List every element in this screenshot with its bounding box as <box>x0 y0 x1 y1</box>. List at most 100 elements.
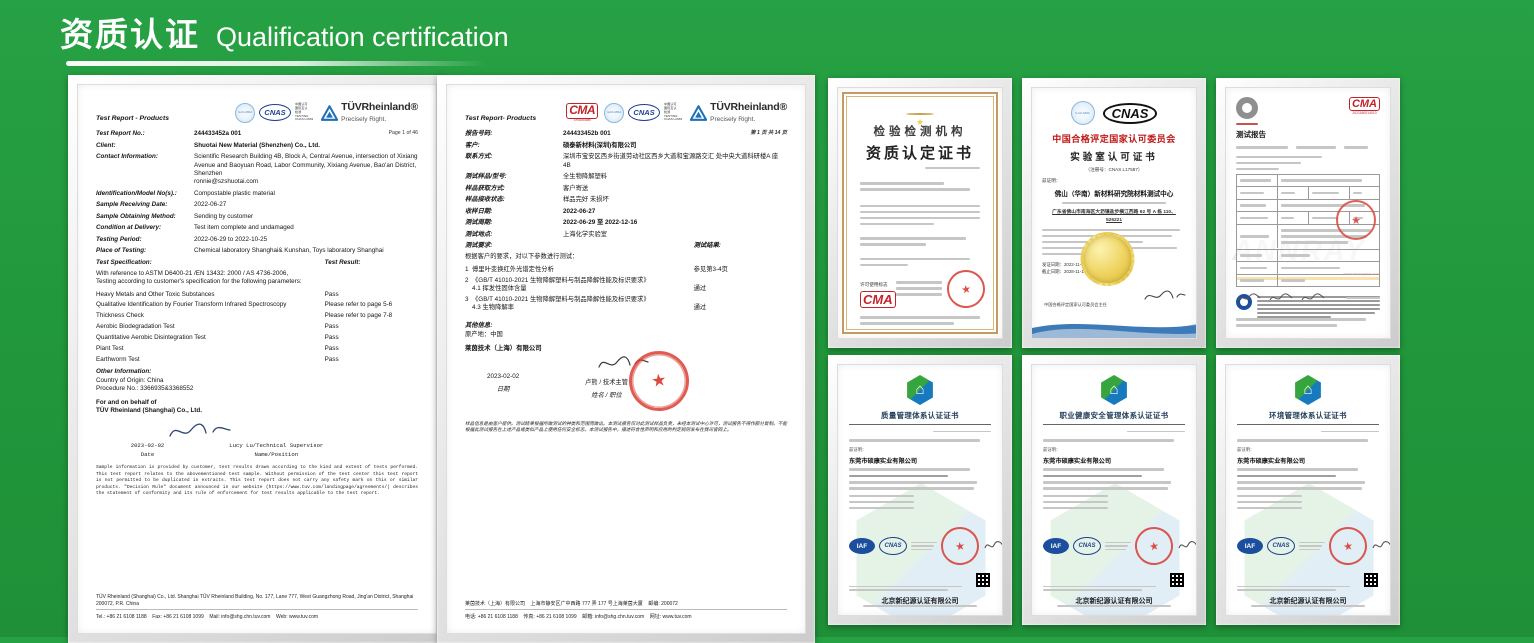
test-name: Quantitative Aerobic Disintegration Test <box>96 334 325 342</box>
field-label: 测试样品/型号: <box>465 173 563 181</box>
illegible-text-line <box>1299 542 1325 544</box>
certification-body-logo <box>1099 375 1129 405</box>
certify-label: 兹证明： <box>1043 447 1185 453</box>
test-name: Plant Test <box>96 345 325 353</box>
scope-line <box>1043 475 1185 478</box>
accreditation-text-lines <box>911 540 937 553</box>
illegible-text-line <box>896 293 942 296</box>
footer-address: 莱茵技术（上海）有限公司 上海市静安区广中西路 777 弄 177 号上海莱茵大… <box>465 601 787 609</box>
illegible-text-line <box>1237 495 1302 498</box>
illegible-text-line <box>1237 487 1362 490</box>
tuv-triangle-icon <box>321 105 338 121</box>
illegible-text-line <box>860 182 944 185</box>
tuv-tagline: Precisely Right. <box>710 116 787 125</box>
illegible-text-line <box>849 501 914 504</box>
section-title-cn: 资质认证 <box>60 8 200 56</box>
cma-license-mark: 许可使用标志 CMA <box>860 282 896 308</box>
signature-icon <box>1236 292 1262 304</box>
certified-company: 东莞市硕康实业有限公司 <box>1237 456 1379 465</box>
fine-print-lines <box>849 584 962 593</box>
test-result: Pass <box>325 356 418 364</box>
small-certificates-grid: 检验检测机构 资质认定证书 许可使用标志 CMA ★ <box>828 78 1400 625</box>
company-address-2: 526221 <box>1042 218 1186 223</box>
report-no-value: 244433452a 001 <box>194 130 381 138</box>
illegible-text-line <box>896 287 942 290</box>
section-header: 资质认证 Qualification certification <box>60 8 509 66</box>
certificate-annray-test-report[interactable]: 测试报告 CMA 2021180014013 <box>1216 78 1400 348</box>
credit-code-line <box>849 468 991 471</box>
quality-cert-paper: 质量管理体系认证证书 兹证明： 东莞市硕康实业有限公司 IAF CNAS ★ <box>837 364 1003 616</box>
field-label: 样品接收状态: <box>465 196 563 204</box>
illegible-text-line <box>849 507 914 510</box>
test-result: Please refer to page 7-8 <box>325 312 418 320</box>
field-label: 样品获取方式: <box>465 185 563 193</box>
cma-logo: CMA 2021180014013 <box>1349 97 1380 115</box>
cma-letters: CMA <box>1349 97 1380 111</box>
certificate-environmental-management[interactable]: 环境管理体系认证证书 兹证明： 东莞市硕康实业有限公司 IAF CNAS ★ <box>1216 355 1400 625</box>
report-no-label: 报告号码: <box>465 130 563 138</box>
red-round-stamp: ★ <box>944 266 988 310</box>
illegible-text-line <box>911 545 934 547</box>
committee-line: 中国合格评定国家认可委员会主任 <box>1044 302 1107 308</box>
certify-label: 兹证明： <box>849 447 991 453</box>
test-name: Aerobic Biodegradation Test <box>96 323 325 331</box>
footer-lines <box>1236 315 1380 331</box>
certificate-occupational-health-safety[interactable]: 职业健康安全管理体系认证证书 兹证明： 东莞市硕康实业有限公司 IAF CNAS… <box>1022 355 1206 625</box>
certificate-cnas-laboratory[interactable]: ILAC-MRA CNAS 中国合格评定国家认可委员会 实验室认可证书 （注册号… <box>1022 78 1206 348</box>
spec-header: Test Specification: <box>96 259 325 267</box>
tuv-rheinland-logo: TÜVRheinland® Precisely Right. <box>690 101 787 124</box>
red-round-stamp: ★ <box>938 524 982 568</box>
ohs-cert-paper: 职业健康安全管理体系认证证书 兹证明： 东莞市硕康实业有限公司 IAF CNAS… <box>1031 364 1197 616</box>
illegible-text-line <box>1043 589 1142 591</box>
national-emblem-icon <box>906 113 934 115</box>
illegible-text-line <box>1043 487 1168 490</box>
tuv-brand-text: TÜVRheinland® <box>341 101 418 115</box>
illegible-text-line <box>1043 586 1156 588</box>
standard-line <box>1237 439 1379 442</box>
report-no-value: 244433452b 001 <box>563 130 742 138</box>
illegible-text-line <box>863 605 978 607</box>
illegible-text-line <box>1062 202 1166 205</box>
date-lines <box>1237 495 1379 510</box>
illegible-text-line <box>1281 217 1294 220</box>
illegible-text-line <box>1281 254 1310 257</box>
illegible-text-line <box>1257 304 1380 306</box>
qr-code <box>1364 573 1378 587</box>
test-result: 通过 <box>694 304 787 312</box>
illegible-text-line <box>860 211 980 214</box>
table-cell <box>1237 187 1277 199</box>
page-info: Page 1 of 46 <box>389 130 418 138</box>
cnas-logo: CNAS <box>879 537 907 555</box>
illegible-text-line <box>933 431 991 433</box>
illegible-text-line <box>1105 545 1128 547</box>
accreditation-logos-row: IAF CNAS ★ <box>849 527 991 565</box>
certificate-quality-management[interactable]: 质量管理体系认证证书 兹证明： 东莞市硕康实业有限公司 IAF CNAS ★ <box>828 355 1012 625</box>
table-cell <box>1308 187 1349 199</box>
cma-logo: CMA 17092034088 <box>566 103 598 122</box>
illegible-text-line <box>860 237 966 240</box>
iaf-logo: IAF <box>1237 538 1263 554</box>
field-label: 测试地点: <box>465 231 563 239</box>
qr-code <box>1170 573 1184 587</box>
illegible-text-line <box>1237 475 1336 478</box>
ilac-mra-logo: ILAC-MRA <box>1071 101 1095 125</box>
illegible-text-line <box>1043 481 1171 484</box>
illegible-text-line <box>1240 235 1269 238</box>
illegible-text-line <box>1240 267 1267 270</box>
illegible-text-line <box>1296 146 1336 149</box>
issuer-address-line <box>1057 601 1172 610</box>
illegible-text-line <box>1237 586 1350 588</box>
scope-line <box>849 475 991 478</box>
test-result: Pass <box>325 323 418 331</box>
field-label: 客户: <box>465 142 563 150</box>
illegible-text-line <box>1353 192 1362 195</box>
certificate-tuv-test-report-en[interactable]: Test Report - Products ILAC-MRA CNAS 中国认… <box>68 75 446 643</box>
field-value: 样品完好 未损坏 <box>563 196 787 204</box>
illegible-text-line <box>860 205 980 208</box>
certificate-tuv-test-report-cn[interactable]: Test Report- Products CMA 17092034088 IL… <box>437 75 815 643</box>
test-name: Earthworm Test <box>96 356 325 364</box>
illegible-text-line <box>849 495 914 498</box>
illegible-text-line <box>1105 542 1131 544</box>
certificate-cma-qualification[interactable]: 检验检测机构 资质认定证书 许可使用标志 CMA ★ <box>828 78 1012 348</box>
result-header: Test Result: <box>325 259 418 267</box>
